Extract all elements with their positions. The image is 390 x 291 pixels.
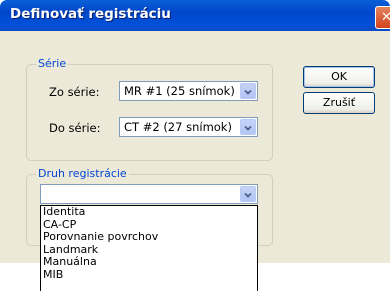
cancel-button[interactable]: Zrušiť [303,92,375,114]
from-series-dropdown-button[interactable] [240,83,256,99]
chevron-down-icon [244,89,252,95]
close-icon: ✕ [381,10,390,25]
chevron-down-icon [244,192,252,198]
window-title: Definovať registráciu [10,6,171,22]
title-bar[interactable]: Definovať registráciu ✕ [0,0,390,31]
series-group: Série [26,57,273,161]
option-surface-comparison[interactable]: Porovnanie povrchov [41,231,257,244]
option-manual[interactable]: Manuálna [41,256,257,269]
to-series-dropdown-button[interactable] [240,119,256,135]
registration-type-dropdown-button[interactable] [240,186,256,202]
to-series-select[interactable]: CT #2 (27 snímok) [119,117,258,137]
to-series-label: Do série: [49,121,101,135]
from-series-label: Zo série: [49,85,100,99]
close-button[interactable]: ✕ [375,6,390,29]
from-series-select[interactable]: MR #1 (25 snímok) [119,81,258,101]
ok-button[interactable]: OK [303,66,375,88]
registration-type-select[interactable] [40,184,258,204]
from-series-value: MR #1 (25 snímok) [124,84,235,98]
registration-type-legend: Druh registrácie [36,167,129,180]
registration-type-options-list[interactable]: Identita CA-CP Porovnanie povrchov Landm… [40,205,258,291]
series-legend: Série [36,57,69,70]
chevron-down-icon [244,125,252,131]
option-identity[interactable]: Identita [41,206,257,219]
to-series-value: CT #2 (27 snímok) [124,120,232,134]
option-mib[interactable]: MIB [41,268,257,282]
